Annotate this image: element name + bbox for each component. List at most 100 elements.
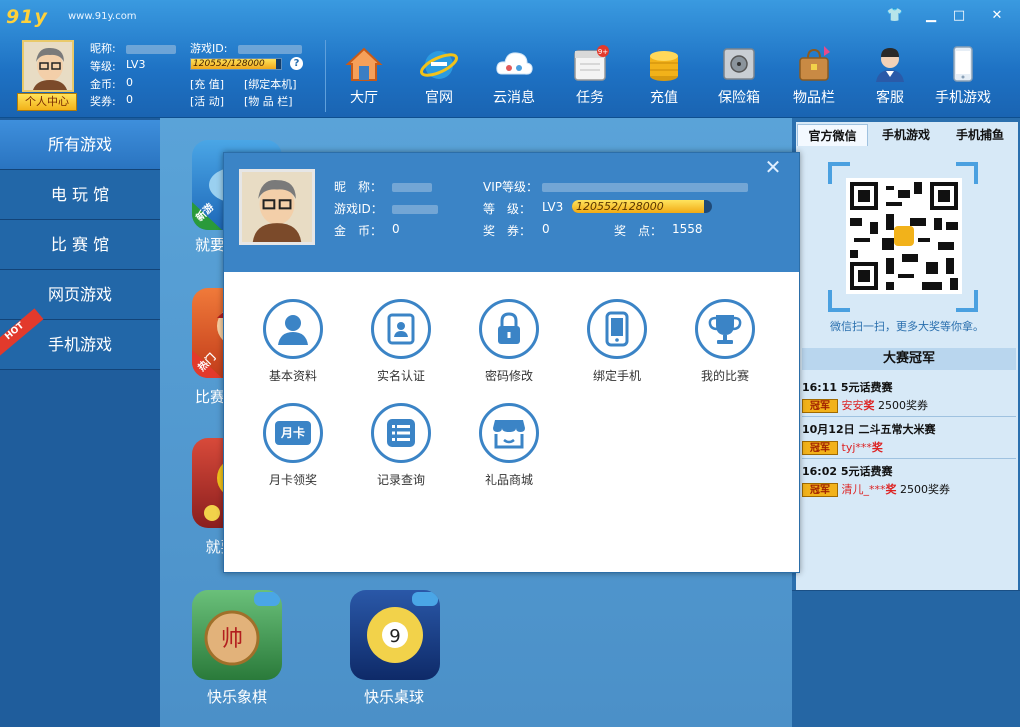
recharge-link[interactable]: [充 值] bbox=[190, 76, 224, 92]
dialog-gameid-value bbox=[392, 202, 438, 216]
house-icon bbox=[345, 47, 383, 81]
coupon-label: 奖券: bbox=[90, 95, 116, 108]
sidebar-item-all-games[interactable]: 所有游戏 bbox=[0, 120, 160, 170]
id-card-icon bbox=[387, 313, 415, 345]
sidebar-item-match[interactable]: 比 赛 馆 bbox=[0, 220, 160, 270]
nav-cloud-message[interactable]: 云消息 bbox=[481, 44, 547, 110]
game-label: 快乐象棋 bbox=[206, 688, 267, 706]
gameid-value bbox=[238, 42, 302, 56]
phone-icon bbox=[953, 46, 973, 82]
feature-label: 基本资料 bbox=[268, 369, 317, 383]
dialog-avatar bbox=[239, 169, 315, 245]
dialog-points-value: 1558 bbox=[672, 222, 703, 236]
feature-label: 记录查询 bbox=[376, 473, 425, 487]
cloud-icon bbox=[496, 52, 533, 75]
feature-label: 礼品商城 bbox=[484, 473, 533, 487]
nickname-label: 昵称: bbox=[90, 42, 116, 55]
nav-support[interactable]: 客服 bbox=[857, 44, 923, 110]
feature-basic-info[interactable]: 基本资料 bbox=[253, 299, 333, 384]
champion-prize: 2500奖券 bbox=[900, 483, 950, 496]
tab-mobile-fishing[interactable]: 手机捕鱼 bbox=[944, 124, 1016, 146]
dialog-gold-value: 0 bbox=[392, 222, 400, 236]
nickname-value bbox=[126, 42, 176, 56]
feature-my-matches[interactable]: 我的比赛 bbox=[685, 299, 765, 384]
site-url: www.91y.com bbox=[68, 11, 137, 22]
nav-lobby[interactable]: 大厅 bbox=[331, 44, 397, 110]
champion-prize: 2500奖券 bbox=[878, 399, 928, 412]
close-button[interactable]: ✕ bbox=[986, 7, 1008, 25]
calendar-icon: 9+ bbox=[574, 45, 609, 81]
award-word: 奖 bbox=[871, 441, 883, 454]
trophy-icon bbox=[708, 315, 742, 344]
sidebar-item-arcade[interactable]: 电 玩 馆 bbox=[0, 170, 160, 220]
feature-label: 绑定手机 bbox=[592, 369, 641, 383]
nav-task[interactable]: 9+ 任务 bbox=[557, 44, 623, 110]
ie-icon bbox=[420, 51, 458, 79]
feature-records[interactable]: 记录查询 bbox=[361, 403, 441, 488]
maximize-button[interactable]: □ bbox=[948, 7, 970, 25]
nav-recharge[interactable]: 充值 bbox=[631, 44, 697, 110]
personal-center-button[interactable]: 个人中心 bbox=[17, 93, 77, 111]
bind-device-link[interactable]: [绑定本机] bbox=[244, 76, 297, 92]
tab-mobile-games[interactable]: 手机游戏 bbox=[870, 124, 942, 146]
feature-label: 我的比赛 bbox=[700, 369, 749, 383]
nav-mobile-games[interactable]: 手机游戏 bbox=[930, 44, 996, 110]
feature-gift-mall[interactable]: 礼品商城 bbox=[469, 403, 549, 488]
champion-name: 清儿_*** bbox=[841, 483, 886, 496]
help-icon[interactable]: ? bbox=[290, 57, 303, 70]
nav-label: 客服 bbox=[876, 90, 904, 106]
nav-official-site[interactable]: 官网 bbox=[406, 44, 472, 110]
nav-label: 物品栏 bbox=[793, 90, 835, 106]
feature-change-password[interactable]: 密码修改 bbox=[469, 299, 549, 384]
skin-button[interactable]: 👕 bbox=[884, 7, 906, 25]
lock-icon bbox=[498, 312, 520, 344]
feature-month-card[interactable]: 月卡 月卡领奖 bbox=[253, 403, 333, 488]
champion-badge: 冠军 bbox=[802, 483, 838, 497]
champion-badge: 冠军 bbox=[802, 441, 838, 455]
support-icon bbox=[876, 48, 904, 82]
list-icon bbox=[387, 419, 415, 447]
qr-code-icon bbox=[846, 178, 962, 294]
dialog-coupon-label: 奖 券： bbox=[483, 224, 532, 238]
award-word: 奖 bbox=[885, 483, 897, 496]
nav-label: 官网 bbox=[425, 90, 453, 106]
minimize-button[interactable]: ▁ bbox=[920, 7, 942, 25]
avatar-portrait-icon bbox=[24, 42, 72, 90]
tab-official-wechat[interactable]: 官方微信 bbox=[797, 124, 868, 146]
dialog-close-button[interactable]: ✕ bbox=[762, 156, 784, 178]
exp-text: 120552/128000 bbox=[193, 59, 265, 69]
champion-event: 16:02 5元话费赛 bbox=[802, 465, 893, 478]
avatar[interactable] bbox=[22, 40, 74, 92]
task-badge: 9+ bbox=[598, 48, 608, 56]
champion-header: 大赛冠军 bbox=[802, 348, 1016, 370]
month-card-icon: 月卡 bbox=[275, 421, 311, 445]
champion-row: 冠军 安安奖 2500奖券 bbox=[802, 397, 1016, 413]
game-icon[interactable]: 帅 bbox=[192, 590, 282, 680]
dialog-coupon-value: 0 bbox=[542, 222, 550, 236]
feature-real-name[interactable]: 实名认证 bbox=[361, 299, 441, 384]
feature-label: 密码修改 bbox=[484, 369, 533, 383]
dialog-nickname-label: 昵 称： bbox=[334, 180, 383, 194]
svg-text:9: 9 bbox=[389, 626, 400, 647]
gold-label: 金币: bbox=[90, 78, 116, 91]
bag-icon bbox=[799, 46, 830, 81]
activity-link[interactable]: [活 动] bbox=[190, 93, 224, 109]
sidebar-item-web-games[interactable]: 网页游戏 bbox=[0, 270, 160, 320]
dialog-vip-value bbox=[542, 180, 748, 194]
safe-icon bbox=[723, 48, 755, 80]
champion-row: 冠军 清儿_***奖 2500奖券 bbox=[802, 481, 1016, 497]
dialog-exp-text: 120552/128000 bbox=[576, 200, 664, 213]
nav-items[interactable]: 物品栏 bbox=[781, 44, 847, 110]
phone-icon bbox=[605, 311, 629, 347]
billiards-game-icon: 9 bbox=[367, 592, 438, 663]
nav-safe[interactable]: 保险箱 bbox=[706, 44, 772, 110]
dialog-gold-label: 金 币： bbox=[334, 224, 383, 238]
bag-link[interactable]: [物 品 栏] bbox=[244, 93, 293, 109]
game-label: 快乐桌球 bbox=[363, 688, 424, 706]
nav-label: 任务 bbox=[576, 90, 604, 106]
feature-bind-phone[interactable]: 绑定手机 bbox=[577, 299, 657, 384]
game-icon[interactable]: 9 bbox=[350, 590, 440, 680]
feature-label: 月卡领奖 bbox=[268, 473, 317, 487]
dialog-points-label: 奖 点： bbox=[614, 224, 663, 238]
shop-icon bbox=[493, 420, 525, 449]
